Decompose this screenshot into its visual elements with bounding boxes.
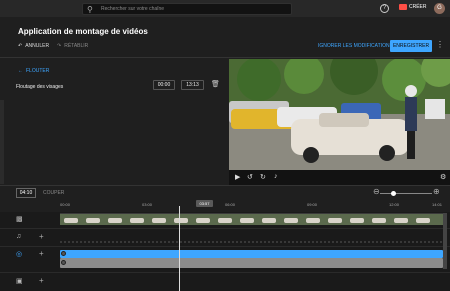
zoom-slider[interactable] xyxy=(380,193,432,194)
end-time-field[interactable]: 13:13 xyxy=(181,80,204,90)
time-ruler: 00:00 03:00 06:00 09:00 12:00 14:01 xyxy=(56,202,450,212)
ruler-tick: 06:00 xyxy=(225,202,236,207)
undo-icon: ↶ xyxy=(18,43,23,49)
add-audio-button[interactable]: + xyxy=(39,232,44,241)
current-time-field[interactable]: 04:10 xyxy=(16,188,36,198)
trash-icon[interactable]: 🗑 xyxy=(211,80,220,88)
redo-label: RÉTABLIR xyxy=(64,43,89,49)
rewind-10-icon[interactable]: ↺ xyxy=(247,173,253,181)
start-time-field[interactable]: 00:00 xyxy=(153,80,175,90)
blur-panel xyxy=(0,58,228,185)
forward-10-icon[interactable]: ↻ xyxy=(260,173,266,181)
zoom-out-icon[interactable]: ⊖ xyxy=(373,187,380,196)
playhead[interactable] xyxy=(179,206,180,291)
create-label: CRÉER xyxy=(409,4,427,10)
add-endscreen-button[interactable]: + xyxy=(39,276,44,285)
undo-button[interactable]: ↶ ANNULER xyxy=(18,43,49,49)
video-thumbnails xyxy=(60,214,443,225)
save-button[interactable]: ENREGISTRER xyxy=(390,40,432,52)
endscreen-icon: ▣ xyxy=(16,278,23,285)
create-button[interactable]: CRÉER xyxy=(399,4,427,10)
video-preview[interactable] xyxy=(229,59,450,170)
ruler-tick: 00:00 xyxy=(60,202,71,207)
more-options-icon[interactable]: ⋮ xyxy=(436,40,444,49)
track-divider xyxy=(0,246,450,247)
face-thumbnail xyxy=(61,260,66,265)
search-icon: ⚲ xyxy=(87,5,93,14)
music-note-icon: ♫ xyxy=(16,233,22,240)
redo-button[interactable]: ↷ RÉTABLIR xyxy=(57,43,88,49)
ruler-tick: 09:00 xyxy=(307,202,318,207)
audio-track[interactable] xyxy=(60,233,443,243)
gear-icon[interactable]: ⚙ xyxy=(440,173,446,181)
video-camera-icon xyxy=(399,4,407,10)
playhead-time-label: 03:57 xyxy=(196,200,213,207)
search-placeholder: Rechercher sur votre chaîne xyxy=(101,6,165,12)
face-thumbnail xyxy=(61,251,66,256)
blur-icon: ◎ xyxy=(16,251,23,258)
blur-face-segment[interactable] xyxy=(60,258,443,268)
video-end-marker xyxy=(443,213,447,269)
help-icon[interactable]: ? xyxy=(380,4,389,13)
track-divider xyxy=(0,228,450,229)
ruler-tick: 03:00 xyxy=(142,202,153,207)
volume-icon[interactable]: ♪ xyxy=(274,173,278,180)
arrow-left-icon: ← xyxy=(18,68,23,74)
divider xyxy=(0,185,450,186)
track-divider xyxy=(0,272,450,273)
search-input[interactable]: ⚲ Rechercher sur votre chaîne xyxy=(82,3,292,15)
cut-button[interactable]: COUPER xyxy=(43,190,64,196)
zoom-slider-handle[interactable] xyxy=(391,191,396,196)
undo-label: ANNULER xyxy=(25,43,50,49)
play-icon[interactable]: ▶ xyxy=(235,173,240,181)
back-label: FLOUTER xyxy=(26,68,50,74)
blur-track-segment[interactable] xyxy=(60,250,443,258)
ruler-tick: 14:01 xyxy=(432,202,443,207)
page-title: Application de montage de vidéos xyxy=(18,27,148,36)
zoom-in-icon[interactable]: ⊕ xyxy=(433,187,440,196)
redo-icon: ↷ xyxy=(57,43,62,49)
discard-changes-button[interactable]: IGNORER LES MODIFICATIONS xyxy=(318,43,393,49)
video-track[interactable] xyxy=(60,213,443,225)
ruler-tick: 12:00 xyxy=(389,202,400,207)
audio-waveform xyxy=(60,241,443,243)
avatar[interactable]: G xyxy=(434,3,445,14)
side-strip xyxy=(0,100,4,184)
video-icon: ▩ xyxy=(16,216,23,223)
video-frame-image xyxy=(229,59,450,170)
add-blur-button[interactable]: + xyxy=(39,249,44,258)
face-blur-label: Floutage des visages xyxy=(16,84,64,90)
back-to-blur-button[interactable]: ← FLOUTER xyxy=(18,68,49,74)
player-controls: ▶ ↺ ↻ ♪ ⚙ xyxy=(229,170,450,185)
